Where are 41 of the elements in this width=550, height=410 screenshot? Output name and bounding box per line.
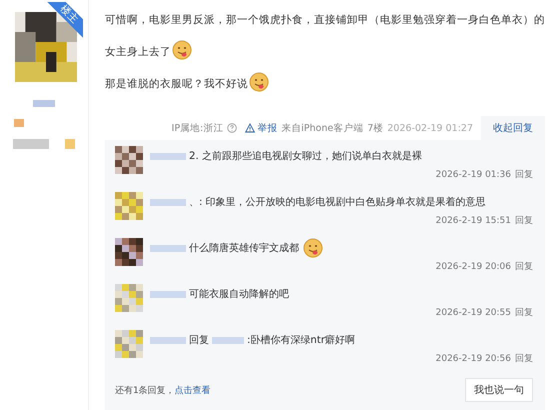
reply-button[interactable]: 我也说一句 bbox=[465, 378, 533, 402]
reply-text: 什么隋唐英雄传宇文成都 bbox=[189, 242, 299, 255]
reply-link[interactable]: 回复 bbox=[515, 354, 533, 364]
blurred-username bbox=[150, 198, 186, 206]
blurred-username bbox=[150, 152, 186, 160]
reply-link[interactable]: 回复 bbox=[515, 216, 533, 226]
warning-icon[interactable] bbox=[245, 123, 256, 133]
reply-link[interactable]: 回复 bbox=[515, 170, 533, 180]
reply-text: 可能衣服自动降解的吧 bbox=[189, 288, 289, 301]
post-time: 2026-02-19 01:27 bbox=[387, 122, 473, 134]
post-text: 可惜啊，电影里男反派，那一个饿虎扑食，直接铺卸甲（电影里勉强穿着一身白色单衣）的 bbox=[105, 12, 545, 28]
emoji-icon bbox=[172, 40, 192, 60]
blurred-username bbox=[150, 244, 186, 252]
emoji-icon bbox=[249, 72, 269, 92]
reply-time: 2026-2-19 01:36 bbox=[436, 170, 511, 180]
view-more-link[interactable]: 点击查看 bbox=[174, 386, 211, 396]
reply-link[interactable]: 回复 bbox=[515, 262, 533, 272]
blurred-username bbox=[33, 100, 55, 107]
collapse-replies-button[interactable]: 收起回复 bbox=[481, 116, 545, 140]
reply-prefix: 回复 bbox=[189, 334, 209, 347]
reply-text: 2. 之前跟那些追电视剧女聊过，她们说单白衣就是裸 bbox=[189, 150, 422, 163]
reply-time: 2026-2-19 15:51 bbox=[436, 216, 511, 226]
blurred-username bbox=[150, 290, 186, 298]
reply-time: 2026-2-19 20:55 bbox=[436, 308, 511, 318]
report-link[interactable]: 举报 bbox=[257, 122, 278, 134]
reply-time: 2026-2-19 20:06 bbox=[436, 262, 511, 272]
ip-location: IP属地:浙江 bbox=[172, 122, 224, 134]
floor-number: 7楼 bbox=[367, 122, 384, 134]
more-replies-text: 还有1条回复， bbox=[115, 386, 175, 396]
blurred-username bbox=[212, 336, 244, 344]
reply-link[interactable]: 回复 bbox=[515, 308, 533, 318]
reply-time: 2026-2-19 20:56 bbox=[436, 354, 511, 364]
post-text: 那是谁脱的衣服呢？我不好说 bbox=[105, 76, 248, 92]
post-text: 女主身上去了 bbox=[105, 44, 171, 60]
emoji-icon bbox=[303, 238, 323, 258]
blurred-level bbox=[13, 139, 75, 149]
blurred-username bbox=[150, 336, 186, 344]
client-source: 来自iPhone客户端 bbox=[281, 122, 364, 134]
help-icon[interactable] bbox=[227, 123, 238, 133]
reply-text: :卧槽你有深绿ntr癖好啊 bbox=[247, 334, 356, 347]
reply-text: 、: 印象里，公开放映的电影电视剧中白色贴身单衣就是果着的意思 bbox=[189, 196, 486, 209]
